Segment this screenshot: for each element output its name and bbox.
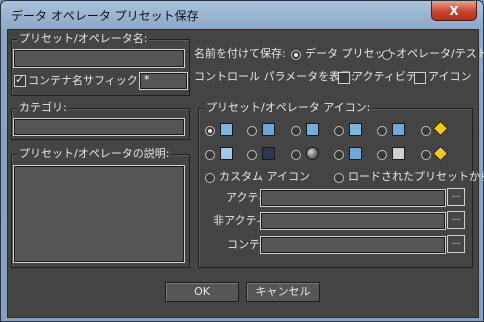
frame-square-icon[interactable] xyxy=(349,123,362,136)
category-label: カテゴリ: xyxy=(17,101,69,115)
icon-radio-8[interactable] xyxy=(247,150,257,160)
icon-radio-5[interactable] xyxy=(377,126,387,136)
inactive-browse-button[interactable]: ... xyxy=(447,211,465,229)
preset-name-group-label: プリセット/オペレータ名: xyxy=(17,32,150,46)
container-suffix-checkbox[interactable] xyxy=(14,73,26,87)
cancel-button[interactable]: キャンセル xyxy=(246,282,320,302)
loaded-preset-label: ロードされたプリセットから xyxy=(348,170,484,183)
custom-icon-radio[interactable] xyxy=(205,173,215,183)
loaded-preset-radio[interactable] xyxy=(334,173,344,183)
icon-radio-7[interactable] xyxy=(205,150,215,160)
show-params-label: コントロール パラメータを表示: xyxy=(194,70,355,83)
close-icon: X xyxy=(449,3,459,18)
container-browse-button[interactable]: ... xyxy=(447,235,465,253)
save-as-data-preset-radio[interactable] xyxy=(291,50,301,60)
show-activity-checkbox[interactable] xyxy=(338,72,350,84)
x-cross-icon[interactable] xyxy=(349,147,362,160)
icon-radio-12[interactable] xyxy=(421,150,431,160)
icon-radio-9[interactable] xyxy=(291,150,301,160)
tripod-icon[interactable] xyxy=(306,123,319,136)
icon-radio-1[interactable] xyxy=(205,126,215,136)
rotate-arrow-icon[interactable] xyxy=(392,123,405,136)
yellow-diamond-dots-icon[interactable] xyxy=(432,145,449,162)
active-browse-button[interactable]: ... xyxy=(447,188,465,206)
icon-group: プリセット/オペレータ アイコン: カスタム アイコン ロードされたプリセットか… xyxy=(198,101,484,268)
close-button[interactable]: X xyxy=(431,1,477,21)
grid-dots-icon[interactable] xyxy=(220,123,233,136)
sphere-icon[interactable] xyxy=(306,147,319,160)
container-suffix-input[interactable]: * xyxy=(140,73,187,89)
icon-radio-3[interactable] xyxy=(291,126,301,136)
icon-radio-10[interactable] xyxy=(334,150,344,160)
dark-square-icon[interactable] xyxy=(262,147,275,160)
show-icon-label: アイコン xyxy=(428,70,472,83)
square-inset-icon[interactable] xyxy=(220,147,233,160)
icon-radio-4[interactable] xyxy=(334,126,344,136)
preset-name-input[interactable] xyxy=(14,50,184,67)
ok-button[interactable]: OK xyxy=(165,282,239,302)
description-group: プリセット/オペレータの説明: xyxy=(11,147,190,268)
save-as-operator-test-label: オペレータ/テスト xyxy=(396,47,484,60)
container-suffix-label: コンテナ名サフィックス: xyxy=(28,74,153,87)
yellow-diamond-arrow-icon[interactable] xyxy=(432,120,449,137)
description-label: プリセット/オペレータの説明: xyxy=(17,147,172,161)
show-icon-checkbox[interactable] xyxy=(414,72,426,84)
active-icon-input[interactable] xyxy=(261,190,445,206)
dialog-client: プリセット/オペレータ名: コンテナ名サフィックス: * 名前を付けて保存: デ… xyxy=(7,29,484,318)
save-as-operator-test-radio[interactable] xyxy=(382,50,392,60)
window-title: データ オペレータ プリセット保存 xyxy=(11,9,199,23)
dialog-window: データ オペレータ プリセット保存 X プリセット/オペレータ名: コンテナ名サ… xyxy=(0,0,484,322)
icon-group-label: プリセット/オペレータ アイコン: xyxy=(204,101,373,115)
category-group: カテゴリ: xyxy=(11,101,190,140)
preset-name-group: プリセット/オペレータ名: コンテナ名サフィックス: * xyxy=(11,32,190,96)
icon-radio-2[interactable] xyxy=(247,126,257,136)
save-as-label: 名前を付けて保存: xyxy=(194,47,286,60)
custom-icon-label: カスタム アイコン xyxy=(219,170,310,183)
arrow-diagonal-icon[interactable] xyxy=(262,123,275,136)
container-icon-input[interactable] xyxy=(261,237,445,253)
icon-radio-11[interactable] xyxy=(377,150,387,160)
category-input[interactable] xyxy=(14,119,184,135)
inactive-icon-input[interactable] xyxy=(261,213,445,229)
icon-radio-6[interactable] xyxy=(421,126,431,136)
document-icon[interactable] xyxy=(392,147,405,160)
description-textarea[interactable] xyxy=(14,166,184,262)
